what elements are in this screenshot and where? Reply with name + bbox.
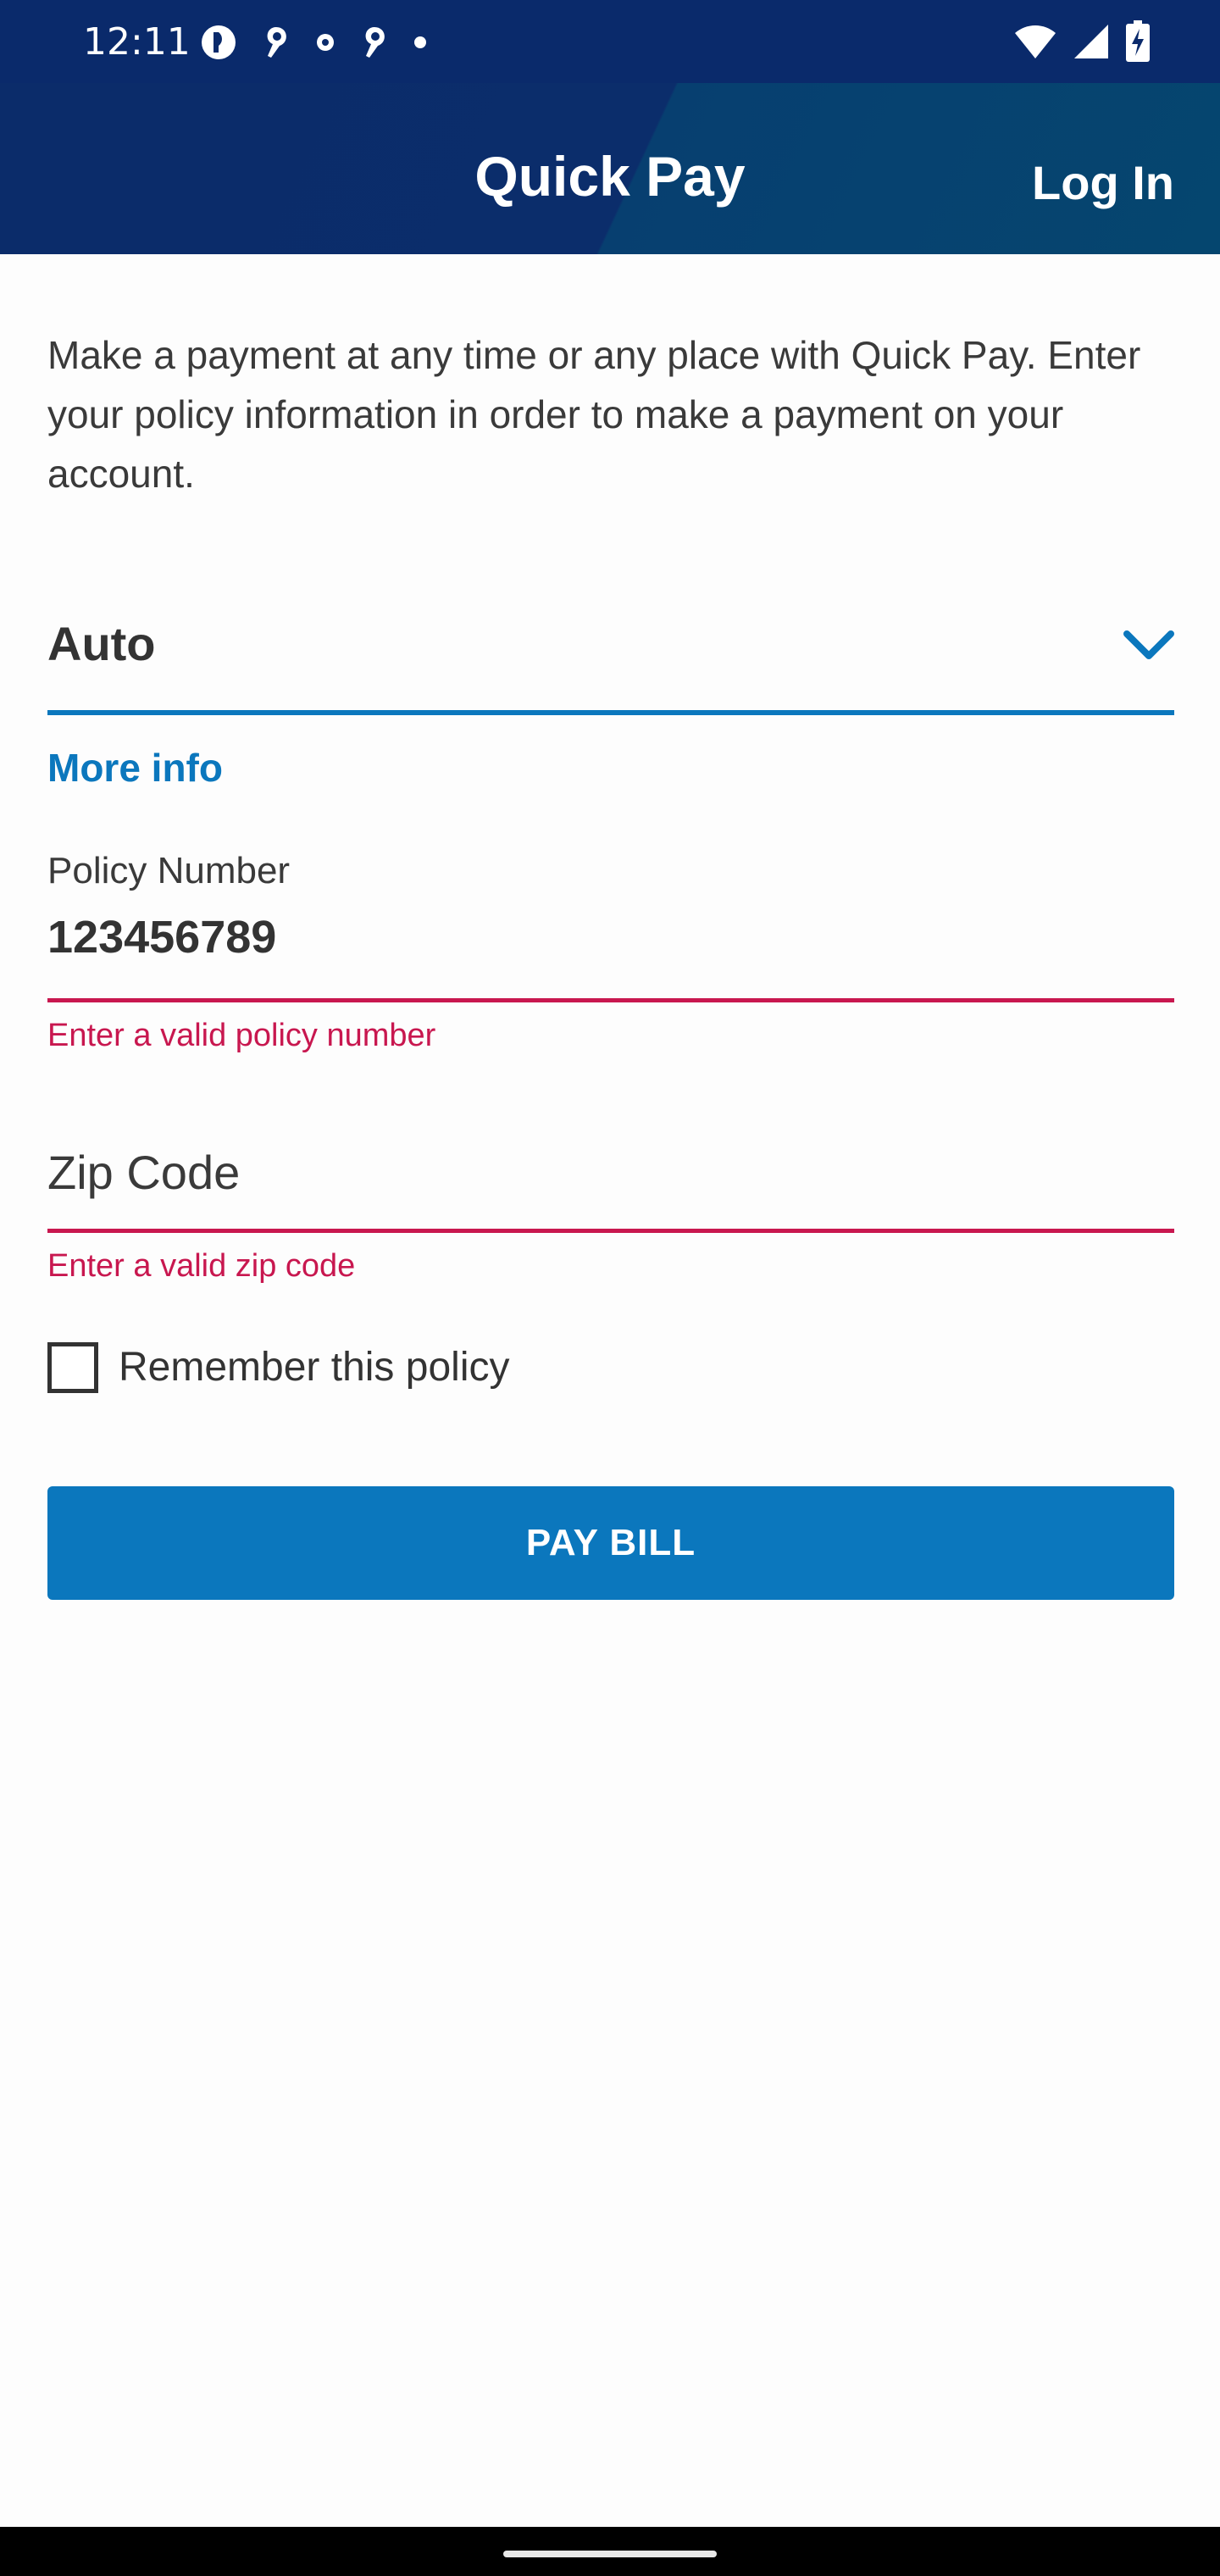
zip-code-placeholder: Zip Code [47, 1146, 241, 1199]
remember-policy-row[interactable]: Remember this policy [47, 1337, 509, 1398]
intro-text: Make a payment at any time or any place … [47, 333, 1141, 496]
policy-type-select[interactable]: Auto [47, 607, 1174, 715]
home-indicator[interactable] [503, 2551, 717, 2557]
app-icon-1 [202, 25, 236, 59]
app-icon-4 [365, 27, 385, 58]
remember-policy-checkbox[interactable] [47, 1342, 98, 1393]
policy-number-field[interactable]: 123456789 [47, 905, 1174, 1002]
chevron-down-icon [1123, 630, 1174, 659]
status-time: 12:11 [83, 20, 191, 64]
zip-code-error: Enter a valid zip code [47, 1248, 356, 1284]
pay-bill-button[interactable]: PAY BILL [47, 1486, 1174, 1600]
app-icon-2 [267, 27, 286, 58]
battery-charging-icon [1126, 20, 1150, 62]
policy-number-error: Enter a valid policy number [47, 1018, 436, 1053]
log-in-button[interactable]: Log In [1032, 156, 1174, 210]
signal-icon [1074, 25, 1108, 58]
policy-type-value: Auto [47, 617, 156, 670]
dot-icon [414, 36, 426, 48]
status-bar: 12:11 [0, 0, 1220, 83]
policy-number-label: Policy Number [47, 850, 291, 891]
remember-policy-label: Remember this policy [119, 1345, 510, 1390]
system-icons [1013, 19, 1151, 64]
wifi-icon [1015, 25, 1056, 58]
app-bar: Quick Pay Log In [0, 83, 1220, 254]
app-icon-3 [317, 34, 334, 51]
more-info-link[interactable]: More info [47, 741, 223, 795]
zip-code-field[interactable]: Zip Code [47, 1135, 1174, 1233]
policy-number-value: 123456789 [47, 912, 277, 963]
notification-icons [200, 22, 427, 63]
navigation-bar [0, 2527, 1220, 2576]
